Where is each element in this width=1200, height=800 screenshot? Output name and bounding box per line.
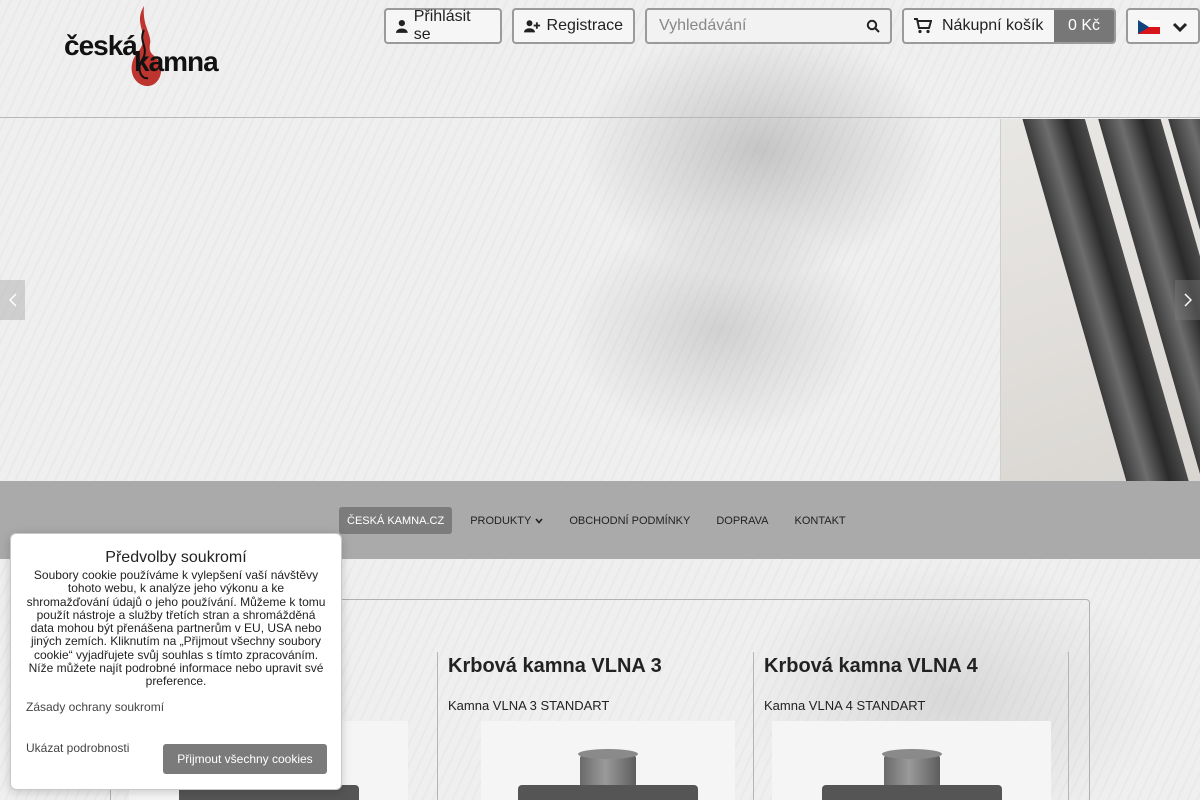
cookie-consent-dialog: Předvolby soukromí Soubory cookie použív… bbox=[10, 533, 342, 790]
chevron-right-icon bbox=[1183, 293, 1192, 307]
user-icon bbox=[396, 19, 408, 33]
nav-item-home[interactable]: ČESKÁ KAMNA.CZ bbox=[339, 507, 453, 534]
site-logo[interactable]: česká kamna bbox=[62, 4, 242, 88]
nav-item-contact[interactable]: KONTAKT bbox=[787, 507, 854, 534]
logo-word-kamna: kamna bbox=[134, 46, 219, 77]
product-image[interactable] bbox=[772, 721, 1051, 800]
stove-shape bbox=[821, 785, 1002, 800]
hero-slider bbox=[0, 119, 1200, 481]
nav-label: DOPRAVA bbox=[716, 514, 769, 527]
nav-item-terms[interactable]: OBCHODNÍ PODMÍNKY bbox=[561, 507, 698, 534]
chevron-left-icon bbox=[8, 293, 17, 307]
nav-label: ČESKÁ KAMNA.CZ bbox=[347, 514, 445, 527]
language-selector[interactable] bbox=[1126, 8, 1200, 44]
chevron-down-icon bbox=[535, 517, 543, 524]
product-card[interactable]: Krbová kamna VLNA 4 Kamna VLNA 4 STANDAR… bbox=[753, 652, 1069, 800]
slider-prev-button[interactable] bbox=[0, 280, 25, 320]
privacy-policy-link[interactable]: Zásady ochrany soukromí bbox=[26, 700, 164, 714]
product-card[interactable]: Krbová kamna VLNA 3 Kamna VLNA 3 STANDAR… bbox=[437, 652, 753, 800]
czech-flag-icon bbox=[1138, 20, 1160, 34]
nav-item-shipping[interactable]: DOPRAVA bbox=[708, 507, 776, 534]
product-title[interactable]: Krbová kamna VLNA 4 bbox=[764, 655, 1068, 678]
register-label: Registrace bbox=[546, 17, 623, 34]
cart-button[interactable]: Nákupní košík 0 Kč bbox=[902, 8, 1116, 44]
nav-label: PRODUKTY bbox=[470, 514, 532, 527]
nav-label: OBCHODNÍ PODMÍNKY bbox=[569, 514, 691, 527]
nav-label: KONTAKT bbox=[794, 514, 846, 527]
cookie-title: Předvolby soukromí bbox=[105, 549, 247, 566]
search-box bbox=[645, 8, 892, 44]
search-input[interactable] bbox=[647, 10, 857, 42]
product-subtitle: Kamna VLNA 4 STANDART bbox=[764, 698, 926, 713]
login-label: Přihlásit se bbox=[413, 8, 471, 43]
cart-total: 0 Kč bbox=[1054, 10, 1114, 42]
user-plus-icon bbox=[524, 20, 541, 33]
search-icon[interactable] bbox=[866, 19, 880, 33]
show-details-link[interactable]: Ukázat podrobnosti bbox=[26, 741, 129, 755]
stove-shape bbox=[518, 785, 698, 800]
cart-icon bbox=[914, 18, 932, 34]
slide-image-pipes bbox=[1000, 119, 1200, 481]
product-image[interactable] bbox=[481, 721, 735, 800]
slider-next-button[interactable] bbox=[1175, 280, 1200, 320]
accept-all-cookies-button[interactable]: Přijmout všechny cookies bbox=[163, 744, 327, 774]
cart-label-area: Nákupní košík bbox=[904, 10, 1054, 42]
product-subtitle: Kamna VLNA 3 STANDART bbox=[448, 698, 610, 713]
logo-word-ceska: česká bbox=[64, 30, 138, 61]
product-title[interactable]: Krbová kamna VLNA 3 bbox=[448, 655, 753, 678]
register-button[interactable]: Registrace bbox=[512, 8, 635, 44]
login-button[interactable]: Přihlásit se bbox=[384, 8, 502, 44]
chevron-down-icon bbox=[1172, 22, 1188, 33]
cart-label: Nákupní košík bbox=[942, 17, 1044, 34]
site-header: česká kamna Přihlásit se Registrace Náku… bbox=[0, 0, 1200, 118]
nav-item-products[interactable]: PRODUKTY bbox=[462, 507, 551, 534]
cookie-text: Soubory cookie používáme k vylepšení vaš… bbox=[26, 568, 326, 689]
